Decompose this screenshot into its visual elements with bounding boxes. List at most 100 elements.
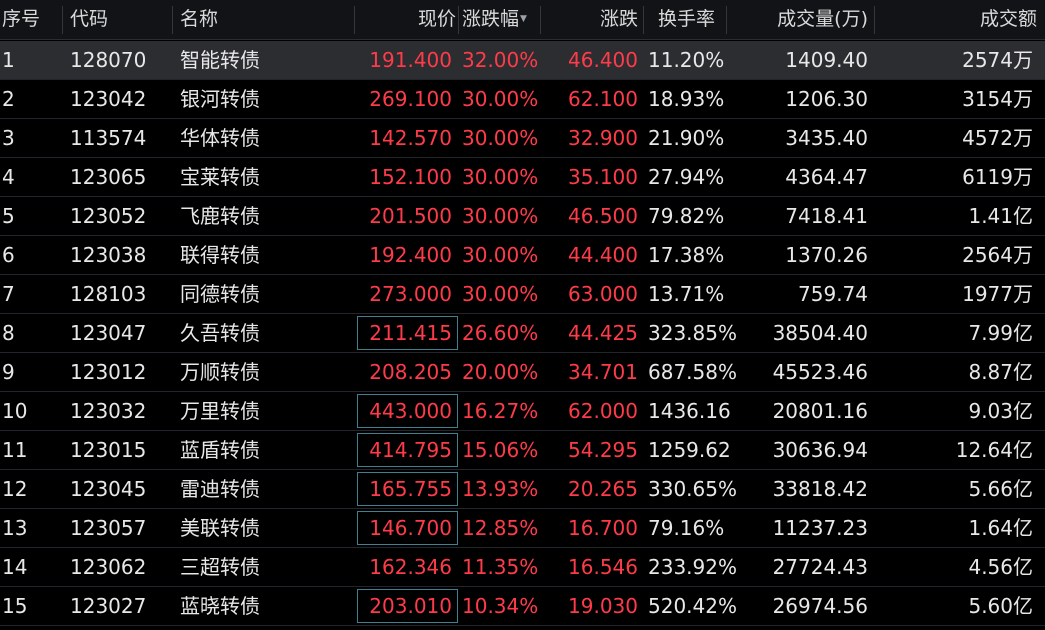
- row-amount: 4.56亿: [968, 555, 1033, 579]
- row-code: 128070: [70, 48, 147, 72]
- row-price: 162.346: [369, 555, 452, 579]
- column-divider[interactable]: [726, 6, 727, 34]
- row-change: 20.265: [568, 477, 638, 501]
- row-turnover: 323.85%: [648, 321, 737, 345]
- table-row[interactable]: 11 123015 蓝盾转债 414.795 15.06% 54.295 1259.62 30…: [0, 431, 1045, 470]
- row-index: 2: [2, 87, 15, 111]
- row-change: 46.400: [568, 48, 638, 72]
- row-amount: 4572万: [962, 126, 1033, 150]
- row-index: 14: [2, 555, 28, 579]
- row-name: 久吾转债: [180, 321, 260, 345]
- table-row[interactable]: 4 123065 宝莱转债 152.100 30.00% 35.100 27.94% 4364…: [0, 158, 1045, 197]
- column-divider[interactable]: [458, 6, 459, 34]
- row-price: 201.500: [369, 204, 452, 228]
- table-row[interactable]: 1 128070 智能转债 191.400 32.00% 46.400 11.20% 1409…: [0, 41, 1045, 80]
- table-row[interactable]: 12 123045 雷迪转债 165.755 13.93% 20.265 330.65% 33…: [0, 470, 1045, 509]
- row-amount: 1977万: [962, 282, 1033, 306]
- row-volume: 20801.16: [772, 399, 868, 423]
- row-volume: 30636.94: [772, 438, 868, 462]
- row-amount: 8.87亿: [968, 360, 1033, 384]
- row-code: 123045: [70, 477, 147, 501]
- col-header-price[interactable]: 现价: [358, 0, 458, 39]
- column-divider[interactable]: [354, 6, 355, 34]
- row-code: 123057: [70, 516, 147, 540]
- row-code: 123065: [70, 165, 147, 189]
- row-index: 5: [2, 204, 15, 228]
- col-header-index[interactable]: 序号: [0, 0, 60, 39]
- row-turnover: 1259.62: [648, 438, 731, 462]
- table-row[interactable]: 10 123032 万里转债 443.000 16.27% 62.000 1436.16 20…: [0, 392, 1045, 431]
- row-amount: 7.99亿: [968, 321, 1033, 345]
- row-change: 54.295: [568, 438, 638, 462]
- row-change: 35.100: [568, 165, 638, 189]
- column-divider[interactable]: [172, 6, 173, 34]
- row-change-pct: 26.60%: [462, 321, 539, 345]
- table-row[interactable]: 15 123027 蓝晓转债 203.010 10.34% 19.030 520.42% 26…: [0, 587, 1045, 626]
- column-divider[interactable]: [643, 6, 644, 34]
- row-turnover: 233.92%: [648, 555, 737, 579]
- row-code: 123052: [70, 204, 147, 228]
- row-turnover: 79.16%: [648, 516, 725, 540]
- row-name: 宝莱转债: [180, 165, 260, 189]
- row-change: 32.900: [568, 126, 638, 150]
- table-row[interactable]: 3 113574 华体转债 142.570 30.00% 32.900 21.90% 3435…: [0, 119, 1045, 158]
- column-divider[interactable]: [62, 6, 63, 34]
- row-amount: 3154万: [962, 87, 1033, 111]
- row-code: 123027: [70, 594, 147, 618]
- row-price: 211.415: [369, 321, 452, 345]
- table-row[interactable]: 9 123012 万顺转债 208.205 20.00% 34.701 687.58% 455…: [0, 353, 1045, 392]
- row-amount: 1.41亿: [968, 204, 1033, 228]
- row-volume: 1370.26: [785, 243, 868, 267]
- row-turnover: 13.71%: [648, 282, 725, 306]
- table-row[interactable]: 7 128103 同德转债 273.000 30.00% 63.000 13.71% 759.…: [0, 275, 1045, 314]
- row-price: 192.400: [369, 243, 452, 267]
- row-volume: 4364.47: [785, 165, 868, 189]
- row-volume: 45523.46: [772, 360, 868, 384]
- row-code: 123062: [70, 555, 147, 579]
- row-price: 203.010: [369, 594, 452, 618]
- col-header-code[interactable]: 代码: [70, 0, 170, 39]
- sort-desc-icon: ▼: [520, 14, 527, 24]
- row-change: 34.701: [568, 360, 638, 384]
- col-header-change-pct[interactable]: 涨跌幅▼: [460, 0, 540, 39]
- row-volume: 26974.56: [772, 594, 868, 618]
- col-header-name[interactable]: 名称: [180, 0, 350, 39]
- row-turnover: 27.94%: [648, 165, 725, 189]
- col-header-amount[interactable]: 成交额: [880, 0, 1037, 39]
- row-name: 三超转债: [180, 555, 260, 579]
- column-divider[interactable]: [874, 6, 875, 34]
- row-price: 273.000: [369, 282, 452, 306]
- row-name: 蓝盾转债: [180, 438, 260, 462]
- row-index: 6: [2, 243, 15, 267]
- row-change: 44.400: [568, 243, 638, 267]
- row-amount: 9.03亿: [968, 399, 1033, 423]
- row-code: 123047: [70, 321, 147, 345]
- col-header-change[interactable]: 涨跌: [540, 0, 638, 39]
- row-change-pct: 32.00%: [462, 48, 539, 72]
- row-amount: 6119万: [962, 165, 1033, 189]
- row-volume: 33818.42: [772, 477, 868, 501]
- row-volume: 1206.30: [785, 87, 868, 111]
- row-turnover: 1436.16: [648, 399, 731, 423]
- row-amount: 2574万: [962, 48, 1033, 72]
- row-change: 19.030: [568, 594, 638, 618]
- row-change-pct: 10.34%: [462, 594, 539, 618]
- table-row[interactable]: 13 123057 美联转债 146.700 12.85% 16.700 79.16% 112…: [0, 509, 1045, 548]
- table-row[interactable]: 14 123062 三超转债 162.346 11.35% 16.546 233.92% 27…: [0, 548, 1045, 587]
- table-row[interactable]: 5 123052 飞鹿转债 201.500 30.00% 46.500 79.82% 7418…: [0, 197, 1045, 236]
- row-name: 华体转债: [180, 126, 260, 150]
- table-row[interactable]: 8 123047 久吾转债 211.415 26.60% 44.425 323.85% 385…: [0, 314, 1045, 353]
- row-index: 8: [2, 321, 15, 345]
- row-change: 46.500: [568, 204, 638, 228]
- row-change: 62.100: [568, 87, 638, 111]
- table-row[interactable]: 6 123038 联得转债 192.400 30.00% 44.400 17.38% 1370…: [0, 236, 1045, 275]
- row-name: 蓝晓转债: [180, 594, 260, 618]
- row-index: 15: [2, 594, 28, 618]
- row-price: 414.795: [369, 438, 452, 462]
- row-volume: 7418.41: [785, 204, 868, 228]
- row-change-pct: 30.00%: [462, 243, 539, 267]
- row-price: 269.100: [369, 87, 452, 111]
- row-amount: 12.64亿: [955, 438, 1033, 462]
- table-row[interactable]: 2 123042 银河转债 269.100 30.00% 62.100 18.93% 1206…: [0, 80, 1045, 119]
- col-header-volume[interactable]: 成交量(万): [730, 0, 868, 39]
